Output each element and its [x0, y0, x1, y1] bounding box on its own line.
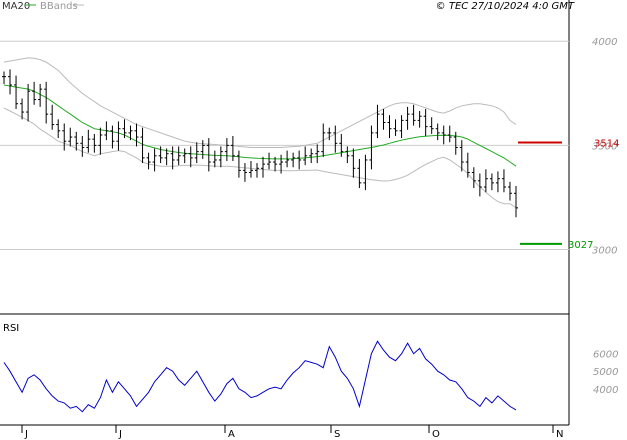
ohlc-bar: [56, 119, 61, 139]
price-level-label: 3027: [568, 240, 593, 251]
month-tick-label: N: [556, 429, 563, 440]
copyright-label: © TEC 27/10/2024 4:0 GMT: [436, 1, 575, 12]
ohlc-bar: [2, 71, 6, 84]
month-axis: JJASON: [21, 425, 563, 440]
rsi-axis-ticks: 6000 5000 4000: [593, 350, 618, 396]
ohlc-bar: [471, 167, 476, 189]
ohlc-bar: [465, 152, 470, 178]
ohlc-bar: [146, 152, 151, 170]
price-gridlines: [0, 40, 569, 251]
ohlc-bar: [315, 144, 320, 164]
ohlc-bar: [321, 123, 326, 157]
ohlc-bar: [399, 115, 404, 139]
ohlc-bar: [357, 158, 362, 189]
ma20-line: [3, 84, 517, 167]
ohlc-bar: [447, 125, 452, 143]
ohlc-bar: [62, 123, 67, 151]
ohlc-bar: [128, 125, 133, 141]
ohlc-bar: [489, 173, 494, 191]
ohlc-bar: [32, 81, 37, 105]
month-tick-label: S: [334, 429, 340, 440]
rsi-tick-label: 5000: [593, 367, 618, 378]
stock-chart: 400035003000 35143027 600050004000 JJASO…: [0, 0, 619, 440]
ohlc-bar: [507, 181, 512, 201]
ohlc-bar: [297, 150, 302, 170]
ohlc-bar: [351, 148, 356, 178]
ohlc-bar: [188, 146, 193, 168]
ohlc-bar: [303, 146, 308, 166]
rsi-title: RSI: [3, 323, 19, 334]
ohlc-bar: [230, 136, 235, 161]
ohlc-bar: [267, 152, 272, 170]
moving-average: [3, 84, 517, 167]
month-tick-label: A: [228, 429, 235, 440]
ohlc-bar: [14, 75, 19, 109]
ohlc-bar: [345, 146, 350, 164]
ohlc-bar: [291, 152, 296, 168]
ohlc-bar: [254, 163, 259, 178]
ohlc-bar: [453, 131, 458, 155]
rsi-line: [3, 340, 517, 413]
bband-upper-line: [3, 57, 517, 148]
ohlc-bar: [176, 146, 181, 166]
ohlc-bar: [261, 156, 266, 178]
ohlc-bar: [387, 115, 392, 139]
ohlc-bar: [393, 119, 398, 137]
ohlc-bar: [248, 161, 253, 178]
ohlc-bar: [309, 148, 314, 164]
ohlc-bar: [200, 140, 205, 159]
legend-ma-label: MA20: [2, 1, 30, 12]
ohlc-bar: [429, 117, 434, 134]
ohlc-bar: [134, 123, 139, 147]
ohlc-bar: [8, 69, 13, 95]
ohlc-bar: [495, 171, 500, 193]
ohlc-bar: [68, 127, 73, 147]
price-tick-label: 3000: [592, 246, 617, 257]
price-level-label: 3514: [594, 138, 619, 149]
rsi-tick-label: 6000: [593, 350, 618, 361]
ohlc-bar: [86, 129, 91, 153]
ohlc-bar: [483, 169, 488, 193]
ohlc-bar: [405, 106, 410, 130]
ohlc-bar: [501, 169, 506, 193]
rsi-series: [3, 340, 517, 413]
ohlc-bar: [333, 125, 338, 153]
ohlc-bar: [182, 148, 187, 164]
month-tick-label: J: [118, 429, 122, 440]
ohlc-bar: [411, 104, 416, 126]
ohlc-bar: [435, 123, 440, 141]
ohlc-bar: [44, 81, 49, 124]
ohlc-bar: [212, 150, 217, 168]
ohlc-bar: [80, 136, 85, 157]
ohlc-bar: [224, 138, 229, 161]
ohlc-bar: [98, 127, 103, 155]
price-tick-label: 4000: [592, 37, 617, 48]
ohlc-bar: [423, 108, 428, 137]
ohlc-bar: [363, 154, 368, 191]
ohlc-bar: [417, 111, 422, 128]
legend-bands-label: BBands: [40, 1, 78, 12]
ohlc-bar: [218, 146, 223, 168]
rsi-tick-label: 4000: [593, 385, 618, 396]
ohlc-bar: [92, 133, 97, 153]
ohlc-bar: [381, 108, 386, 130]
ohlc-bar: [514, 185, 518, 218]
ohlc-bar: [236, 150, 241, 178]
ohlc-bar: [242, 163, 247, 182]
ohlc-bar: [116, 121, 121, 151]
month-tick-label: O: [432, 429, 440, 440]
ohlc-bars: [2, 69, 518, 218]
month-tick-label: J: [24, 429, 28, 440]
ohlc-bar: [50, 104, 55, 130]
ohlc-bar: [152, 148, 157, 172]
ohlc-bar: [375, 104, 380, 139]
